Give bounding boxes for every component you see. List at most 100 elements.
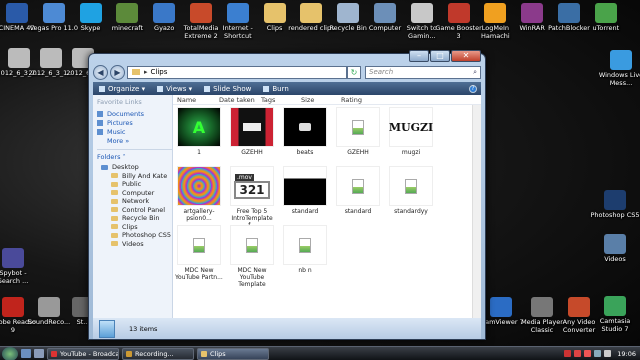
- taskbar-button-youtube-broadcas[interactable]: YouTube - Broadcas...: [47, 347, 119, 360]
- tree-item-public[interactable]: Public: [97, 180, 172, 189]
- tree-item-billy-and-kate[interactable]: Billy And Kate: [97, 172, 172, 181]
- file-item[interactable]: standard: [281, 166, 329, 215]
- more-link[interactable]: More »: [107, 137, 172, 145]
- folder-icon: [111, 215, 118, 221]
- search-icon[interactable]: ⌕: [473, 67, 477, 78]
- tree-item-control-panel[interactable]: Control Panel: [97, 206, 172, 215]
- folder-icon: [111, 181, 118, 187]
- windows-live-mess-icon: [610, 50, 632, 70]
- minimize-button[interactable]: –: [409, 50, 429, 62]
- file-thumbnail: [230, 225, 274, 265]
- desktop-icon-utorrent[interactable]: uTorrent: [581, 3, 631, 33]
- vertical-scrollbar[interactable]: [472, 105, 481, 318]
- tree-item-desktop[interactable]: Desktop: [97, 163, 172, 172]
- music-icon: [97, 128, 103, 135]
- file-item[interactable]: beats: [281, 107, 329, 156]
- forward-button[interactable]: ▶: [110, 64, 125, 80]
- file-name: mugzi: [401, 149, 421, 156]
- desktop-icon-photoshop-cs5[interactable]: Photoshop CS5: [590, 190, 640, 220]
- document-icon: [405, 178, 417, 194]
- tray-app-icon[interactable]: [574, 350, 582, 357]
- tree-item-label: Videos: [122, 239, 144, 248]
- file-thumbnail: .mov 321: [230, 166, 274, 206]
- file-item[interactable]: standard: [334, 166, 382, 215]
- desktop-icon-windows-live-mess[interactable]: Windows Live Mess...: [596, 50, 640, 87]
- patchblocker-icon: [558, 3, 580, 23]
- column-header-name[interactable]: Name: [177, 96, 219, 104]
- file-item[interactable]: MDC New YouTube Partn...: [175, 225, 223, 281]
- file-thumbnail: [230, 107, 274, 147]
- spybot-search-icon: [2, 248, 24, 268]
- tree-item-recycle-bin[interactable]: Recycle Bin: [97, 214, 172, 223]
- file-item[interactable]: .mov321Free Top 5 IntroTemplate f...: [228, 166, 276, 229]
- quicklaunch-switch-windows-icon[interactable]: [34, 349, 44, 358]
- search-input[interactable]: Search ⌕: [365, 65, 481, 79]
- file-item[interactable]: A1: [175, 107, 223, 156]
- file-name: standardyy: [394, 208, 428, 215]
- tree-item-computer[interactable]: Computer: [97, 189, 172, 198]
- views-label: Views: [166, 84, 187, 93]
- tree-item-clips[interactable]: Clips: [97, 223, 172, 232]
- refresh-button[interactable]: ↻: [347, 65, 361, 79]
- back-button[interactable]: ◀: [93, 64, 108, 80]
- desktop-icon-videos[interactable]: Videos: [590, 234, 640, 264]
- column-header-date-taken[interactable]: Date taken: [219, 96, 261, 104]
- column-header-size[interactable]: Size: [301, 96, 341, 104]
- file-item[interactable]: artgallery-psion0...: [175, 166, 223, 222]
- file-name: standard: [344, 208, 372, 215]
- favorite-link-documents[interactable]: Documents: [97, 109, 172, 118]
- address-field[interactable]: ▸ Clips: [127, 65, 347, 79]
- folders-header[interactable]: Folders ˄: [97, 149, 172, 161]
- item-count: 13 items: [129, 324, 158, 333]
- taskbar-button-clips[interactable]: Clips: [197, 347, 269, 360]
- views-button[interactable]: Views ▾: [157, 85, 192, 93]
- winrar-icon: [521, 3, 544, 23]
- address-bar-row: ◀ ▶ ▸ Clips ↻ Search ⌕: [93, 64, 481, 80]
- title-bar[interactable]: – □ ✕: [89, 50, 485, 62]
- file-item[interactable]: standardyy: [387, 166, 435, 215]
- slideshow-button[interactable]: Slide Show: [204, 85, 251, 93]
- file-thumbnail: [177, 225, 221, 265]
- tree-item-network[interactable]: Network: [97, 197, 172, 206]
- close-button[interactable]: ✕: [451, 50, 481, 62]
- slideshow-label: Slide Show: [213, 84, 252, 93]
- thumbnail-text: 321: [234, 180, 270, 199]
- desktop-icon-spybot-search[interactable]: Spybot - Search ...: [0, 248, 38, 285]
- favorite-link-pictures[interactable]: Pictures: [97, 118, 172, 127]
- file-item[interactable]: nb n: [281, 225, 329, 274]
- desktop-icon-any-video-converter[interactable]: Any Video Converter: [554, 297, 604, 334]
- maximize-button[interactable]: □: [430, 50, 450, 62]
- tray-app-icon[interactable]: [584, 350, 592, 357]
- burn-button[interactable]: Burn: [263, 85, 289, 93]
- tray-app-icon[interactable]: [564, 350, 572, 357]
- file-item[interactable]: GZEHH: [334, 107, 382, 156]
- file-thumbnail: [283, 166, 327, 206]
- file-item[interactable]: GZEHH: [228, 107, 276, 156]
- column-header-rating[interactable]: Rating: [341, 96, 381, 104]
- camtasia-studio-7-icon: [604, 296, 626, 316]
- favorite-links-header: Favorite Links: [97, 98, 142, 106]
- file-item[interactable]: MUGZI mugzi: [387, 107, 435, 156]
- tree-item-photoshop-cs5[interactable]: Photoshop CS5: [97, 231, 172, 240]
- taskbar-button-recording[interactable]: Recording...: [122, 347, 194, 360]
- file-item[interactable]: MDC New YouTube Template: [228, 225, 276, 288]
- logmein-hamachi-icon: [484, 3, 507, 23]
- favorite-link-music[interactable]: Music: [97, 127, 172, 136]
- desktop-icon-label: Windows Live Mess...: [598, 71, 640, 87]
- quicklaunch-desktop-icon[interactable]: [21, 349, 31, 358]
- network-icon[interactable]: [594, 350, 602, 357]
- details-pane: 13 items: [93, 318, 481, 339]
- tree-item-videos[interactable]: Videos: [97, 240, 172, 249]
- volume-icon[interactable]: [604, 350, 612, 357]
- file-name: GZEHH: [241, 149, 263, 156]
- document-icon: [352, 178, 364, 194]
- help-icon[interactable]: ?: [469, 84, 477, 93]
- start-button[interactable]: [2, 346, 18, 360]
- organize-button[interactable]: Organize ▾: [99, 85, 145, 93]
- file-name: artgallery-psion0...: [183, 208, 215, 222]
- burn-icon: [263, 85, 270, 92]
- clock[interactable]: 19:06: [617, 350, 636, 358]
- column-header-tags[interactable]: Tags: [261, 96, 301, 104]
- system-tray: 19:06: [561, 350, 640, 358]
- file-thumbnail: MUGZI: [389, 107, 433, 147]
